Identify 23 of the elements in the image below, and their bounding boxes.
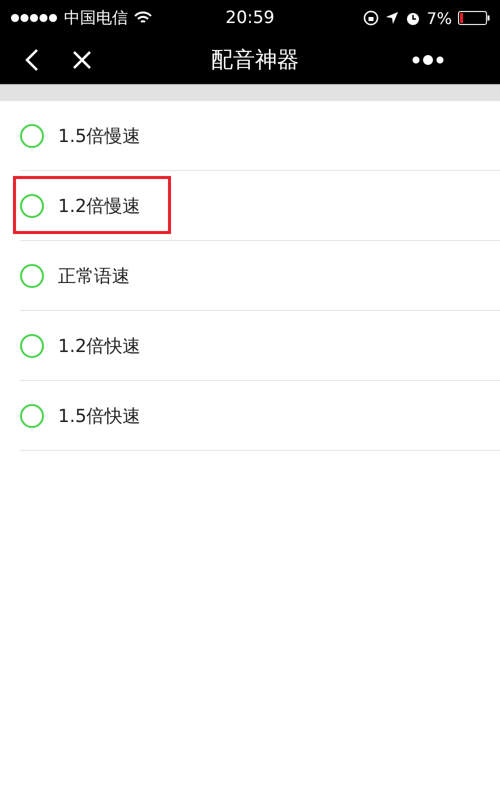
signal-icon (10, 13, 58, 23)
carrier-name: 中国电信 (64, 8, 128, 28)
alarm-icon (404, 10, 421, 26)
radio-button[interactable] (20, 264, 44, 288)
speed-option[interactable]: 1.2倍慢速 (0, 171, 500, 240)
radio-button[interactable] (20, 334, 44, 358)
radio-button[interactable] (20, 124, 44, 148)
radio-button[interactable] (20, 404, 44, 428)
more-icon (412, 54, 444, 66)
page-title: 配音神器 (210, 47, 300, 75)
battery-icon (458, 11, 490, 25)
back-icon (25, 48, 39, 72)
speed-option[interactable]: 1.5倍快速 (0, 381, 500, 450)
rotation-lock-icon (362, 10, 379, 26)
location-icon (384, 11, 399, 25)
radio-button[interactable] (20, 194, 44, 218)
speed-option[interactable]: 1.2倍快速 (0, 311, 500, 380)
close-icon (72, 50, 92, 70)
battery-percent: 7% (426, 8, 452, 28)
clock-time: 20:59 (226, 8, 274, 28)
speed-option[interactable]: 正常语速 (0, 241, 500, 310)
wifi-icon (134, 11, 152, 25)
speed-option[interactable]: 1.5倍慢速 (0, 101, 500, 170)
